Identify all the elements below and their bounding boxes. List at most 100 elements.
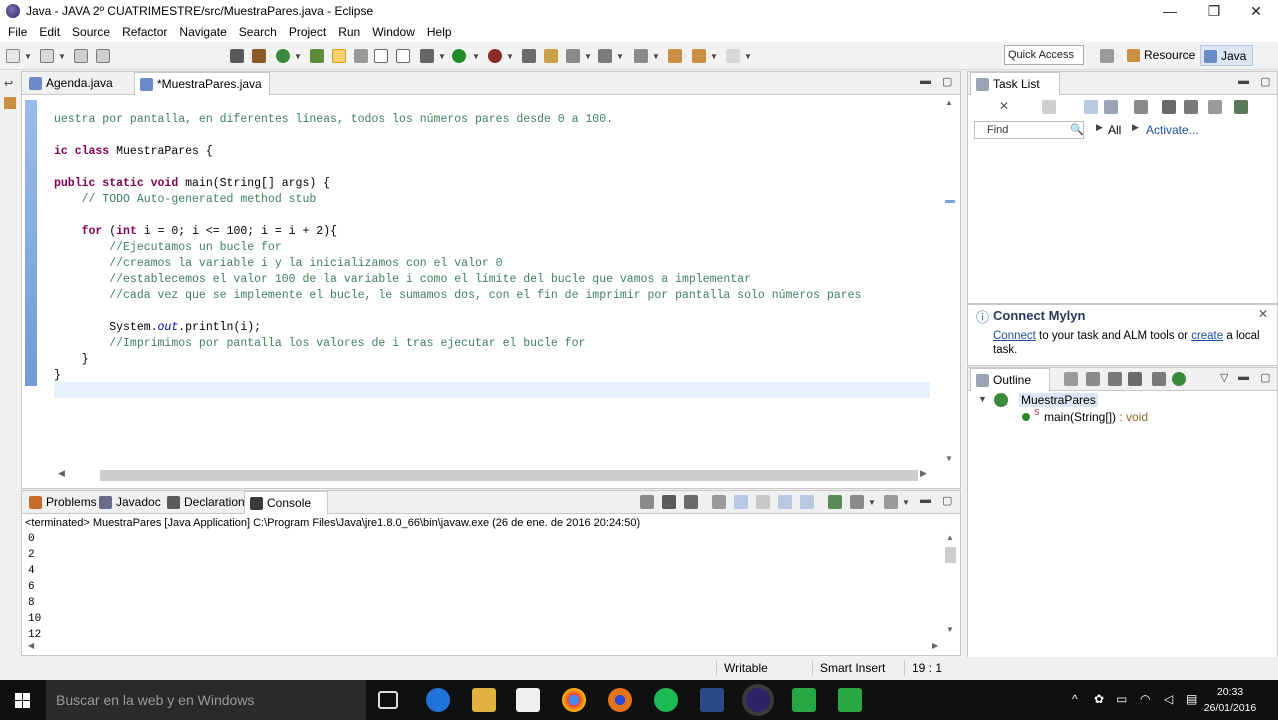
chevron-down-icon[interactable]: ▼ <box>616 52 624 61</box>
hide-local-types-icon[interactable] <box>1172 372 1186 386</box>
connect-link[interactable]: Connect <box>993 330 1036 342</box>
battery-icon[interactable]: ▭ <box>1116 692 1127 706</box>
all-filter-link[interactable]: All <box>1108 123 1121 137</box>
store-icon[interactable] <box>516 688 540 712</box>
tab-console[interactable]: Console ✕ <box>244 491 328 532</box>
restore-icon[interactable]: ↩ <box>4 77 13 90</box>
build-icon[interactable] <box>252 49 266 63</box>
tab-outline[interactable]: Outline ✕ <box>970 368 1050 409</box>
tab-muestrapares-java[interactable]: *MuestraPares.java ✕ <box>134 72 270 113</box>
perspective-resource-button[interactable]: Resource <box>1124 45 1201 66</box>
hide-static-icon[interactable] <box>1128 372 1142 386</box>
notifications-icon[interactable]: ▤ <box>1186 692 1197 706</box>
prev-annotation-icon[interactable] <box>634 49 648 63</box>
scroll-down-icon[interactable]: ▼ <box>946 625 954 634</box>
eclipse-taskbar-icon[interactable] <box>746 688 770 712</box>
menu-file[interactable]: File <box>2 22 33 42</box>
scroll-left-icon[interactable]: ◀ <box>58 468 65 479</box>
perspective-java-button[interactable]: Java <box>1200 45 1254 66</box>
spotify-icon[interactable] <box>654 688 678 712</box>
toggle-block-icon[interactable] <box>354 49 368 63</box>
chrome-icon[interactable] <box>562 688 586 712</box>
scroll-left-icon[interactable]: ◀ <box>28 641 34 650</box>
chevron-up-icon[interactable]: ^ <box>1072 692 1078 706</box>
debug-icon[interactable] <box>230 49 244 63</box>
minimize-icon[interactable]: ▬ <box>920 494 931 506</box>
coverage-icon[interactable] <box>276 49 290 63</box>
toggle-mark-icon[interactable] <box>332 49 346 63</box>
collapse-all-icon[interactable] <box>1184 100 1198 114</box>
maximize-icon[interactable]: ▢ <box>1260 371 1270 384</box>
restore-button[interactable]: ❐ <box>1192 0 1236 22</box>
save-all-icon[interactable] <box>96 49 110 63</box>
back-icon[interactable] <box>692 49 706 63</box>
remove-all-icon[interactable] <box>684 495 698 509</box>
view-menu-icon[interactable] <box>1234 100 1248 114</box>
new-java-project-icon[interactable] <box>310 49 324 63</box>
chevron-down-icon[interactable]: ▼ <box>584 52 592 61</box>
chevron-down-icon[interactable]: ▼ <box>58 52 66 61</box>
editor-vertical-scrollbar[interactable]: ▲ ▼ <box>942 96 958 464</box>
tab-javadoc[interactable]: Javadoc <box>94 491 161 514</box>
settings-icon[interactable]: ✿ <box>1094 692 1104 706</box>
quick-access-input[interactable]: Quick Access <box>1004 45 1084 65</box>
open-type-icon[interactable] <box>522 49 536 63</box>
show-whitespace-icon[interactable] <box>374 49 388 63</box>
menu-navigate[interactable]: Navigate <box>173 22 232 42</box>
scroll-up-icon[interactable]: ▲ <box>945 98 953 107</box>
categorized-icon[interactable] <box>1084 100 1098 114</box>
annotation-icon[interactable] <box>598 49 612 63</box>
find-task-input[interactable]: Find <box>974 121 1084 139</box>
minimize-icon[interactable]: ▬ <box>1238 75 1249 87</box>
terminate-icon[interactable] <box>640 495 654 509</box>
console-vertical-scrollbar[interactable]: ▲ ▼ <box>943 533 957 634</box>
open-task-icon[interactable] <box>544 49 558 63</box>
chevron-down-icon[interactable]: ▼ <box>506 52 514 61</box>
save-icon[interactable] <box>74 49 88 63</box>
show-on-error-icon[interactable] <box>800 495 814 509</box>
scroll-right-icon[interactable]: ▶ <box>932 641 938 650</box>
minimize-icon[interactable]: ▬ <box>1238 371 1249 383</box>
open-perspective-icon[interactable] <box>1100 49 1114 63</box>
menu-project[interactable]: Project <box>283 22 332 42</box>
maximize-icon[interactable]: ▢ <box>1260 75 1270 88</box>
console-scroll-thumb[interactable] <box>945 547 956 563</box>
display-console-icon[interactable] <box>850 495 864 509</box>
menu-edit[interactable]: Edit <box>33 22 66 42</box>
tab-agenda-java[interactable]: Agenda.java <box>24 72 134 95</box>
close-icon[interactable]: ✕ <box>1258 307 1268 321</box>
chevron-down-icon[interactable]: ▽ <box>1220 371 1228 384</box>
pin-console-icon[interactable] <box>828 495 842 509</box>
maximize-icon[interactable]: ▢ <box>942 75 952 88</box>
file-explorer-icon[interactable] <box>472 688 496 712</box>
run-icon[interactable] <box>452 49 466 63</box>
scroll-right-icon[interactable]: ▶ <box>920 468 927 479</box>
search-icon[interactable] <box>566 49 580 63</box>
tab-task-list[interactable]: Task List ✕ <box>970 72 1060 113</box>
wifi-icon[interactable]: ◠ <box>1140 692 1150 706</box>
horizontal-scroll-thumb[interactable] <box>100 470 918 481</box>
chevron-down-icon[interactable]: ▼ <box>438 52 446 61</box>
menu-window[interactable]: Window <box>366 22 421 42</box>
tab-declaration[interactable]: Declaration <box>162 491 245 514</box>
menu-help[interactable]: Help <box>421 22 458 42</box>
last-edit-icon[interactable] <box>668 49 682 63</box>
chevron-down-icon[interactable]: ▼ <box>978 394 987 404</box>
chevron-down-icon[interactable]: ▼ <box>902 498 910 507</box>
create-link[interactable]: create <box>1191 330 1223 342</box>
focus-icon[interactable] <box>1134 100 1148 114</box>
scheduled-icon[interactable] <box>1104 100 1118 114</box>
start-button[interactable] <box>0 680 46 720</box>
code-editor[interactable]: uestra por pantalla, en diferentes línea… <box>22 96 944 464</box>
sync-icon[interactable] <box>1208 100 1222 114</box>
taskbar-search-input[interactable]: Buscar en la web y en Windows <box>46 680 366 720</box>
open-icon[interactable] <box>40 49 54 63</box>
task-view-icon[interactable] <box>378 691 398 709</box>
scroll-up-icon[interactable]: ▲ <box>946 533 954 542</box>
chevron-down-icon[interactable]: ▼ <box>472 52 480 61</box>
edge-icon[interactable] <box>426 688 450 712</box>
firefox-icon[interactable] <box>608 688 632 712</box>
outline-class-item[interactable]: MuestraPares <box>1019 393 1098 407</box>
new-task-icon[interactable] <box>1042 100 1056 114</box>
scroll-lock-icon[interactable] <box>734 495 748 509</box>
